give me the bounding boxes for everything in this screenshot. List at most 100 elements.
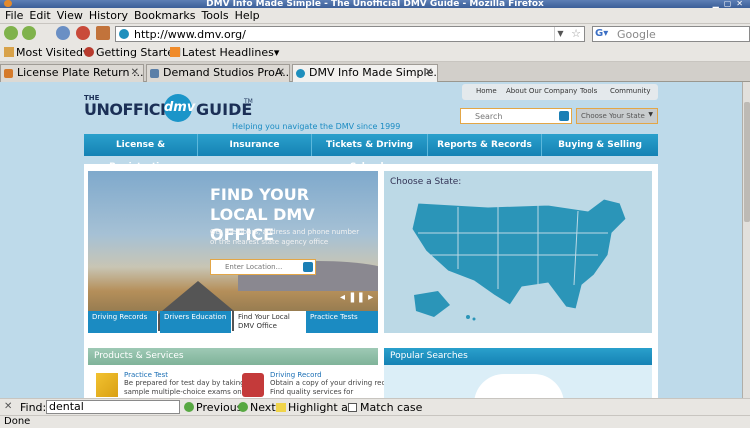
find-previous-button[interactable]: Previous <box>184 401 243 414</box>
site-search-placeholder: Search <box>475 112 503 121</box>
products-services-panel: Products & Services Practice Test Be pre… <box>88 348 399 398</box>
bookmark-folder-icon <box>4 47 14 57</box>
location-placeholder: Enter Location... <box>225 263 283 271</box>
window-title: DMV Info Made Simple - The Unofficial DM… <box>206 0 544 8</box>
location-input[interactable]: Enter Location... <box>210 259 316 275</box>
top-link-about[interactable]: About Our Company <box>506 87 577 95</box>
status-bar: Done <box>0 415 750 428</box>
match-case-checkbox[interactable]: Match case <box>348 401 422 414</box>
hero-subtitle: Get the hours, address and phone number … <box>210 228 360 246</box>
stop-icon[interactable] <box>76 26 90 40</box>
tab-dmv-info[interactable]: DMV Info Made Simple... ✕ <box>292 64 438 83</box>
google-icon[interactable]: G▾ <box>595 28 611 40</box>
bookmark-latest-headlines[interactable]: Latest Headlines▾ <box>170 46 279 60</box>
vertical-scrollbar[interactable] <box>742 82 750 398</box>
menu-bookmarks[interactable]: Bookmarks <box>131 8 198 23</box>
logo-dmv-badge: dmv <box>164 94 195 122</box>
site-favicon-icon <box>119 29 129 39</box>
search-go-icon[interactable] <box>559 111 569 121</box>
hero-tab-find-dmv[interactable]: Find Your Local DMV Office <box>234 311 306 333</box>
tab-bar: License Plate Return ... ✕ Demand Studios… <box>0 62 750 83</box>
close-find-icon[interactable]: ✕ <box>4 401 12 412</box>
popular-header: Popular Searches <box>384 348 652 365</box>
search-placeholder: Google <box>617 28 656 41</box>
menu-help[interactable]: Help <box>232 8 263 23</box>
bookmark-star-icon[interactable]: ☆ <box>571 27 581 40</box>
back-icon[interactable] <box>4 26 18 40</box>
nav-tickets-driving-schools[interactable]: Tickets & Driving Schools <box>312 134 428 172</box>
checkbox-icon <box>348 403 357 412</box>
find-next-button[interactable]: Next <box>238 401 276 414</box>
product-title[interactable]: Driving Record <box>270 371 400 379</box>
bookmarks-toolbar: Most Visited▾ Getting Started Latest Hea… <box>0 44 750 62</box>
product-desc: Obtain a copy of your driving record. Fi… <box>270 379 400 396</box>
products-header: Products & Services <box>88 348 378 365</box>
menu-bar: File Edit View History Bookmarks Tools Help <box>0 8 750 24</box>
reload-icon[interactable] <box>56 26 70 40</box>
close-tab-icon[interactable]: ✕ <box>131 65 139 81</box>
scrollbar-thumb[interactable] <box>744 102 750 222</box>
hero-tab-driving-records[interactable]: Driving Records <box>88 311 158 333</box>
highlight-all-button[interactable]: Highlight all <box>276 401 354 414</box>
chevron-down-icon: ▼ <box>648 111 653 118</box>
record-icon <box>242 373 264 397</box>
arrow-up-icon <box>184 402 194 412</box>
main-nav: License & Registration Insurance Tickets… <box>84 134 658 172</box>
top-link-home[interactable]: Home <box>476 87 497 95</box>
url-text: http://www.dmv.org/ <box>134 28 246 41</box>
bookmark-getting-started[interactable]: Getting Started <box>84 46 181 60</box>
find-label: Find: <box>20 401 47 414</box>
tab-demand-studios[interactable]: Demand Studios ProA... ✕ <box>146 64 290 82</box>
close-tab-icon[interactable]: ✕ <box>425 65 433 81</box>
menu-tools[interactable]: Tools <box>198 8 231 23</box>
logo-tm: TM <box>244 98 253 105</box>
slideshow-controls-icon[interactable]: ◂ ❚❚ ▸ <box>340 292 373 303</box>
map-label: Choose a State: <box>390 177 462 187</box>
hero-tabs: Driving Records Drivers Education Find Y… <box>88 311 378 333</box>
hero-tab-practice-tests[interactable]: Practice Tests <box>306 311 378 333</box>
tab-favicon-icon <box>150 69 159 78</box>
home-icon[interactable] <box>96 26 110 40</box>
state-select[interactable]: Choose Your State ▼ <box>576 108 658 124</box>
highlight-icon <box>276 403 286 412</box>
browser-search-input[interactable]: G▾ Google <box>592 26 750 42</box>
window-controls[interactable]: ▁▢✕ <box>713 0 748 8</box>
nav-license-registration[interactable]: License & Registration <box>84 134 198 172</box>
hero-tab-drivers-education[interactable]: Drivers Education <box>160 311 232 333</box>
url-bar[interactable]: http://www.dmv.org/ ▼ ☆ <box>115 26 585 42</box>
product-practice-test[interactable]: Practice Test Be prepared for test day b… <box>96 371 254 397</box>
find-input[interactable]: dental <box>46 400 180 414</box>
window-titlebar: DMV Info Made Simple - The Unofficial DM… <box>0 0 750 8</box>
menu-view[interactable]: View <box>54 8 86 23</box>
us-map-icon[interactable] <box>398 189 638 329</box>
nav-insurance[interactable]: Insurance <box>198 134 312 156</box>
product-driving-record[interactable]: Driving Record Obtain a copy of your dri… <box>242 371 400 397</box>
url-dropdown-icon[interactable]: ▼ <box>554 27 566 41</box>
tab-license-plate[interactable]: License Plate Return ... ✕ <box>0 64 144 82</box>
site-tagline: Helping you navigate the DMV since 1999 <box>232 122 401 131</box>
bookmark-most-visited[interactable]: Most Visited▾ <box>4 46 88 60</box>
nav-reports-records[interactable]: Reports & Records <box>428 134 542 156</box>
location-go-icon[interactable] <box>303 262 313 272</box>
firefox-icon <box>4 0 12 7</box>
nav-buying-selling[interactable]: Buying & Selling <box>542 134 658 156</box>
state-map[interactable]: Choose a State: <box>384 171 652 333</box>
menu-edit[interactable]: Edit <box>26 8 53 23</box>
top-links: Home About Our Company Tools Community <box>462 84 658 100</box>
firefox-icon <box>84 47 94 57</box>
page-viewport: THE UNOFFICIAL dmv GUIDE TM Helping you … <box>0 82 742 398</box>
cloud-icon <box>474 374 564 398</box>
state-select-value: Choose Your State <box>581 112 645 120</box>
menu-history[interactable]: History <box>86 8 131 23</box>
top-link-tools[interactable]: Tools <box>580 87 597 95</box>
menu-file[interactable]: File <box>2 8 26 23</box>
product-title[interactable]: Practice Test <box>124 371 254 379</box>
hero-banner: FIND YOUR LOCAL DMV OFFICE Get the hours… <box>88 171 378 331</box>
top-link-community[interactable]: Community <box>610 87 651 95</box>
popular-searches-panel: Popular Searches <box>384 348 652 398</box>
tab-favicon-icon <box>296 69 305 78</box>
forward-icon[interactable] <box>22 26 36 40</box>
pencil-icon <box>96 373 118 397</box>
site-search-input[interactable]: Search <box>460 108 572 124</box>
close-tab-icon[interactable]: ✕ <box>277 65 285 81</box>
